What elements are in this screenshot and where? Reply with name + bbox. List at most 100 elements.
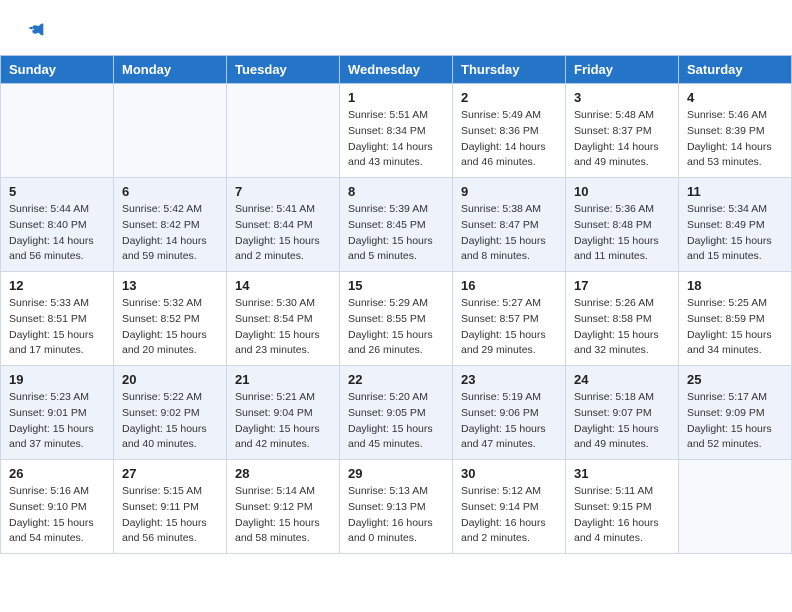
calendar-cell: 30 Sunrise: 5:12 AM Sunset: 9:14 PM Dayli… [453, 460, 566, 554]
day-number: 26 [9, 466, 105, 481]
calendar-cell: 24Sunrise: 5:18 AM Sunset: 9:07 PM Dayli… [566, 366, 679, 460]
header-saturday: Saturday [679, 56, 792, 84]
day-number: 8 [348, 184, 444, 199]
day-number: 13 [122, 278, 218, 293]
calendar-cell: 17Sunrise: 5:26 AM Sunset: 8:58 PM Dayli… [566, 272, 679, 366]
day-number: 11 [687, 184, 783, 199]
day-number: 15 [348, 278, 444, 293]
calendar-cell: 22 Sunrise: 5:20 AM Sunset: 9:05 PM Dayli… [340, 366, 453, 460]
day-info: Sunrise: 5:15 AM Sunset: 9:11 PM Dayligh… [122, 484, 218, 547]
day-number: 9 [461, 184, 557, 199]
week-row-5: 26 Sunrise: 5:16 AM Sunset: 9:10 PM Dayli… [1, 460, 792, 554]
calendar-cell: 3 Sunrise: 5:48 AM Sunset: 8:37 PM Daylig… [566, 84, 679, 178]
day-info: Sunrise: 5:11 AM Sunset: 9:15 PM Dayligh… [574, 484, 670, 547]
day-info: Sunrise: 5:14 AM Sunset: 9:12 PM Dayligh… [235, 484, 331, 547]
calendar-cell: 26 Sunrise: 5:16 AM Sunset: 9:10 PM Dayli… [1, 460, 114, 554]
day-info: Sunrise: 5:46 AM Sunset: 8:39 PM Dayligh… [687, 108, 783, 171]
day-number: 19 [9, 372, 105, 387]
calendar-cell [227, 84, 340, 178]
calendar-table: SundayMondayTuesdayWednesdayThursdayFrid… [0, 55, 792, 554]
calendar-cell: 15 Sunrise: 5:29 AM Sunset: 8:55 PM Dayli… [340, 272, 453, 366]
calendar-cell: 25 Sunrise: 5:17 AM Sunset: 9:09 PM Dayli… [679, 366, 792, 460]
day-info: Sunrise: 5:26 AM Sunset: 8:58 PM Dayligh… [574, 296, 670, 359]
week-row-4: 19Sunrise: 5:23 AM Sunset: 9:01 PM Dayli… [1, 366, 792, 460]
day-info: Sunrise: 5:51 AM Sunset: 8:34 PM Dayligh… [348, 108, 444, 171]
day-number: 31 [574, 466, 670, 481]
day-info: Sunrise: 5:44 AM Sunset: 8:40 PM Dayligh… [9, 202, 105, 265]
calendar-cell [679, 460, 792, 554]
day-info: Sunrise: 5:49 AM Sunset: 8:36 PM Dayligh… [461, 108, 557, 171]
day-info: Sunrise: 5:36 AM Sunset: 8:48 PM Dayligh… [574, 202, 670, 265]
calendar-cell: 29 Sunrise: 5:13 AM Sunset: 9:13 PM Dayli… [340, 460, 453, 554]
day-info: Sunrise: 5:30 AM Sunset: 8:54 PM Dayligh… [235, 296, 331, 359]
day-number: 27 [122, 466, 218, 481]
calendar-cell: 4 Sunrise: 5:46 AM Sunset: 8:39 PM Daylig… [679, 84, 792, 178]
day-info: Sunrise: 5:29 AM Sunset: 8:55 PM Dayligh… [348, 296, 444, 359]
calendar-cell: 7 Sunrise: 5:41 AM Sunset: 8:44 PM Daylig… [227, 178, 340, 272]
calendar-cell: 12 Sunrise: 5:33 AM Sunset: 8:51 PM Dayli… [1, 272, 114, 366]
header-wednesday: Wednesday [340, 56, 453, 84]
day-number: 30 [461, 466, 557, 481]
calendar-header-row: SundayMondayTuesdayWednesdayThursdayFrid… [1, 56, 792, 84]
calendar-cell: 28 Sunrise: 5:14 AM Sunset: 9:12 PM Dayli… [227, 460, 340, 554]
day-info: Sunrise: 5:41 AM Sunset: 8:44 PM Dayligh… [235, 202, 331, 265]
day-number: 5 [9, 184, 105, 199]
logo-bird-icon [25, 18, 47, 45]
day-number: 23 [461, 372, 557, 387]
calendar-cell: 20Sunrise: 5:22 AM Sunset: 9:02 PM Dayli… [114, 366, 227, 460]
day-info: Sunrise: 5:33 AM Sunset: 8:51 PM Dayligh… [9, 296, 105, 359]
day-info: Sunrise: 5:20 AM Sunset: 9:05 PM Dayligh… [348, 390, 444, 453]
day-info: Sunrise: 5:13 AM Sunset: 9:13 PM Dayligh… [348, 484, 444, 547]
day-info: Sunrise: 5:48 AM Sunset: 8:37 PM Dayligh… [574, 108, 670, 171]
day-number: 3 [574, 90, 670, 105]
week-row-1: 1 Sunrise: 5:51 AM Sunset: 8:34 PM Daylig… [1, 84, 792, 178]
day-number: 21 [235, 372, 331, 387]
calendar-cell [114, 84, 227, 178]
calendar-cell: 6Sunrise: 5:42 AM Sunset: 8:42 PM Daylig… [114, 178, 227, 272]
day-number: 1 [348, 90, 444, 105]
day-info: Sunrise: 5:34 AM Sunset: 8:49 PM Dayligh… [687, 202, 783, 265]
day-info: Sunrise: 5:21 AM Sunset: 9:04 PM Dayligh… [235, 390, 331, 453]
day-number: 12 [9, 278, 105, 293]
calendar-cell [1, 84, 114, 178]
calendar-cell: 18Sunrise: 5:25 AM Sunset: 8:59 PM Dayli… [679, 272, 792, 366]
day-number: 22 [348, 372, 444, 387]
header-monday: Monday [114, 56, 227, 84]
calendar-cell: 13 Sunrise: 5:32 AM Sunset: 8:52 PM Dayli… [114, 272, 227, 366]
day-info: Sunrise: 5:38 AM Sunset: 8:47 PM Dayligh… [461, 202, 557, 265]
day-info: Sunrise: 5:39 AM Sunset: 8:45 PM Dayligh… [348, 202, 444, 265]
calendar-cell: 23 Sunrise: 5:19 AM Sunset: 9:06 PM Dayli… [453, 366, 566, 460]
calendar-cell: 21 Sunrise: 5:21 AM Sunset: 9:04 PM Dayli… [227, 366, 340, 460]
calendar-cell: 31 Sunrise: 5:11 AM Sunset: 9:15 PM Dayli… [566, 460, 679, 554]
header-tuesday: Tuesday [227, 56, 340, 84]
calendar-cell: 1 Sunrise: 5:51 AM Sunset: 8:34 PM Daylig… [340, 84, 453, 178]
day-number: 14 [235, 278, 331, 293]
calendar-cell: 27 Sunrise: 5:15 AM Sunset: 9:11 PM Dayli… [114, 460, 227, 554]
day-info: Sunrise: 5:17 AM Sunset: 9:09 PM Dayligh… [687, 390, 783, 453]
day-number: 16 [461, 278, 557, 293]
day-number: 24 [574, 372, 670, 387]
week-row-3: 12 Sunrise: 5:33 AM Sunset: 8:51 PM Dayli… [1, 272, 792, 366]
day-number: 18 [687, 278, 783, 293]
day-info: Sunrise: 5:42 AM Sunset: 8:42 PM Dayligh… [122, 202, 218, 265]
week-row-2: 5 Sunrise: 5:44 AM Sunset: 8:40 PM Daylig… [1, 178, 792, 272]
header-thursday: Thursday [453, 56, 566, 84]
calendar-cell: 8 Sunrise: 5:39 AM Sunset: 8:45 PM Daylig… [340, 178, 453, 272]
calendar-cell: 9 Sunrise: 5:38 AM Sunset: 8:47 PM Daylig… [453, 178, 566, 272]
day-info: Sunrise: 5:19 AM Sunset: 9:06 PM Dayligh… [461, 390, 557, 453]
calendar-cell: 10 Sunrise: 5:36 AM Sunset: 8:48 PM Dayli… [566, 178, 679, 272]
calendar-cell: 16Sunrise: 5:27 AM Sunset: 8:57 PM Dayli… [453, 272, 566, 366]
calendar-cell: 19Sunrise: 5:23 AM Sunset: 9:01 PM Dayli… [1, 366, 114, 460]
header-sunday: Sunday [1, 56, 114, 84]
day-number: 25 [687, 372, 783, 387]
header-friday: Friday [566, 56, 679, 84]
day-number: 4 [687, 90, 783, 105]
page-header [0, 0, 792, 55]
day-number: 29 [348, 466, 444, 481]
day-info: Sunrise: 5:32 AM Sunset: 8:52 PM Dayligh… [122, 296, 218, 359]
day-info: Sunrise: 5:12 AM Sunset: 9:14 PM Dayligh… [461, 484, 557, 547]
day-number: 28 [235, 466, 331, 481]
day-info: Sunrise: 5:16 AM Sunset: 9:10 PM Dayligh… [9, 484, 105, 547]
day-number: 10 [574, 184, 670, 199]
day-number: 7 [235, 184, 331, 199]
